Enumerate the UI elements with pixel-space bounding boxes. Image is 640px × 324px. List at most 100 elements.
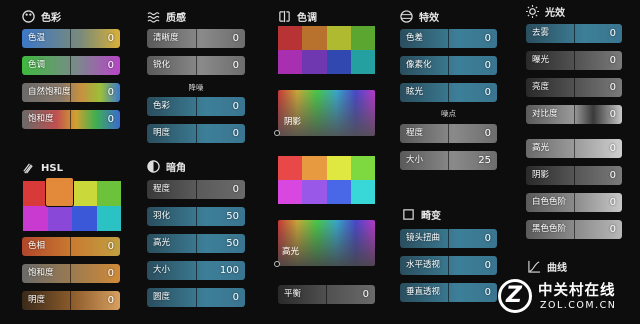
curve-icon: [528, 260, 541, 273]
swatch-purple[interactable]: [302, 180, 327, 204]
swatch-orange[interactable]: [302, 156, 327, 180]
clarity-slider[interactable]: 清晰度 0: [147, 29, 245, 48]
watermark-en: ZOL.COM.CN: [540, 300, 617, 311]
vertical-perspective-slider[interactable]: 垂直透视 0: [400, 283, 497, 302]
vignette-section-header: 暗角: [147, 158, 186, 174]
slider-label: 大小: [406, 155, 424, 165]
palette-icon: [22, 9, 35, 23]
temperature-slider[interactable]: 色温 0: [22, 29, 120, 48]
glare-slider[interactable]: 眩光 0: [400, 83, 497, 102]
swatch-purple[interactable]: [302, 50, 327, 74]
sharpen-slider[interactable]: 锐化 0: [147, 56, 245, 75]
slider-value: 0: [484, 260, 491, 271]
slider-value: 0: [107, 268, 114, 279]
slider-label: 眩光: [406, 87, 424, 97]
highlight-tone-picker[interactable]: 高光: [278, 220, 375, 266]
pixelate-slider[interactable]: 像素化 0: [400, 56, 497, 75]
hsl-saturation-slider[interactable]: 饱和度 0: [22, 264, 120, 283]
slider-value: 0: [609, 170, 616, 181]
swatch-green[interactable]: [96, 181, 121, 206]
swatch-yellow[interactable]: [326, 26, 351, 50]
vignette-size-slider[interactable]: 大小 100: [147, 261, 245, 280]
shadow-tone-picker[interactable]: 阴影: [278, 90, 375, 136]
lens-distortion-slider[interactable]: 镜头扭曲 0: [400, 229, 497, 248]
droplets-icon: [23, 162, 33, 174]
shadows-slider[interactable]: 阴影 0: [526, 166, 622, 185]
vignette-roundness-slider[interactable]: 圆度 0: [147, 288, 245, 307]
swatch-aqua[interactable]: [350, 50, 375, 74]
distort-section-header: 畸变: [402, 206, 441, 222]
highlight-picker-handle[interactable]: [274, 261, 280, 267]
curve-section-title: 曲线: [547, 262, 567, 274]
slider-value: 0: [609, 197, 616, 208]
swatch-red[interactable]: [278, 26, 303, 50]
slider-label: 像素化: [406, 60, 432, 70]
denoise-subheading: 降噪: [188, 83, 204, 92]
contrast-slider[interactable]: 对比度 0: [526, 105, 622, 124]
hsl-section-title: HSL: [41, 162, 63, 174]
swatch-green[interactable]: [350, 26, 375, 50]
slider-value: 0: [484, 128, 491, 139]
balance-slider[interactable]: 平衡 0: [278, 285, 375, 304]
slider-label: 清晰度: [153, 33, 179, 43]
highlights-slider[interactable]: 高光 0: [526, 139, 622, 158]
slider-label: 垂直透视: [406, 287, 441, 297]
tint-slider[interactable]: 色调 0: [22, 56, 120, 75]
swatch-aqua[interactable]: [350, 180, 375, 204]
light-section-title: 光效: [545, 7, 565, 19]
swatch-blue[interactable]: [326, 50, 351, 74]
swatch-red[interactable]: [23, 181, 48, 206]
slider-label: 色差: [406, 33, 424, 43]
dehaze-slider[interactable]: 去雾 0: [526, 24, 622, 43]
slider-value: 0: [107, 241, 114, 252]
swatch-magenta[interactable]: [23, 206, 48, 231]
chromatic-aberration-slider[interactable]: 色差 0: [400, 29, 497, 48]
slider-value: 0: [609, 82, 616, 93]
slider-label: 亮度: [532, 82, 550, 92]
slider-label: 程度: [406, 128, 424, 138]
horizontal-perspective-slider[interactable]: 水平透视 0: [400, 256, 497, 275]
swatch-aqua[interactable]: [96, 206, 121, 231]
vignette-highlight-slider[interactable]: 高光 50: [147, 234, 245, 253]
tone-section-header: 色调: [278, 8, 317, 24]
vignette-amount-slider[interactable]: 程度 0: [147, 180, 245, 199]
shadow-picker-handle[interactable]: [274, 130, 280, 136]
selected-swatch-orange[interactable]: [46, 178, 73, 206]
swatch-magenta[interactable]: [278, 180, 303, 204]
curve-section-header: 曲线: [528, 258, 567, 274]
brightness-slider[interactable]: 亮度 0: [526, 78, 622, 97]
blacks-slider[interactable]: 黑色色阶 0: [526, 220, 622, 239]
hsl-luminance-slider[interactable]: 明度 0: [22, 291, 120, 310]
slider-label: 色彩: [153, 101, 171, 111]
slider-label: 黑色色阶: [532, 224, 567, 234]
slider-label: 曝光: [532, 55, 550, 65]
swatch-purple[interactable]: [47, 206, 72, 231]
swatch-orange[interactable]: [302, 26, 327, 50]
slider-label: 镜头扭曲: [406, 233, 441, 243]
swatch-red[interactable]: [278, 156, 303, 180]
watermark-cn: 中关村在线: [538, 283, 616, 299]
slider-label: 去雾: [532, 28, 550, 38]
color-section-title: 色彩: [41, 12, 61, 24]
whites-slider[interactable]: 白色色阶 0: [526, 193, 622, 212]
grain-amount-slider[interactable]: 程度 0: [400, 124, 497, 143]
swatch-magenta[interactable]: [278, 50, 303, 74]
vignette-feather-slider[interactable]: 羽化 50: [147, 207, 245, 226]
swatch-blue[interactable]: [326, 180, 351, 204]
swatch-yellow[interactable]: [326, 156, 351, 180]
vibrance-slider[interactable]: 自然饱和度 0: [22, 83, 120, 102]
denoise-color-slider[interactable]: 色彩 0: [147, 97, 245, 116]
swatch-blue[interactable]: [72, 206, 97, 231]
denoise-luminance-slider[interactable]: 明度 0: [147, 124, 245, 143]
effects-section-title: 特效: [419, 12, 439, 24]
grain-size-slider[interactable]: 大小 25: [400, 151, 497, 170]
swatch-green[interactable]: [350, 156, 375, 180]
slider-label: 平衡: [284, 289, 302, 299]
slider-label: 程度: [153, 184, 171, 194]
slider-label: 对比度: [532, 109, 558, 119]
hsl-hue-slider[interactable]: 色相 0: [22, 237, 120, 256]
exposure-slider[interactable]: 曝光 0: [526, 51, 622, 70]
saturation-slider[interactable]: 饱和度 0: [22, 110, 120, 129]
swatch-yellow[interactable]: [72, 181, 97, 206]
slider-label: 色相: [28, 241, 46, 251]
